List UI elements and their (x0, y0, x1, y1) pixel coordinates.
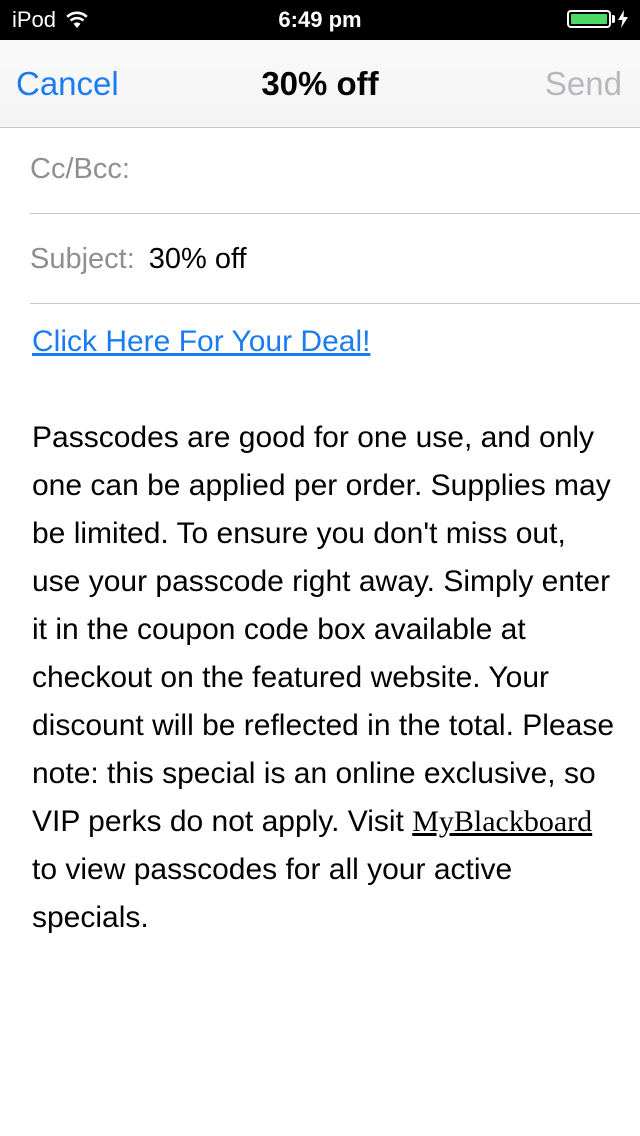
cc-bcc-input[interactable] (143, 138, 640, 201)
send-button[interactable]: Send (545, 64, 622, 104)
message-text-part2: to view passcodes for all your active sp… (32, 853, 513, 934)
myblackboard-link[interactable]: MyBlackboard (412, 805, 592, 838)
subject-value[interactable]: 30% off (149, 243, 247, 276)
nav-bar: Cancel 30% off Send (0, 40, 640, 128)
battery-icon (567, 10, 611, 28)
cancel-button[interactable]: Cancel (16, 64, 119, 104)
status-time: 6:49 pm (278, 7, 362, 32)
battery-cap (612, 15, 615, 23)
battery-indicator (567, 10, 628, 28)
battery-fill (571, 14, 607, 24)
cc-bcc-label: Cc/Bcc: (30, 153, 130, 185)
cc-bcc-field[interactable]: Cc/Bcc: (30, 126, 640, 214)
message-body[interactable]: Click Here For Your Deal! Passcodes are … (32, 318, 622, 942)
deal-link[interactable]: Click Here For Your Deal! (32, 318, 370, 366)
status-bar: iPod 6:49 pm (0, 0, 640, 40)
charging-bolt-icon (618, 10, 628, 28)
message-text: Passcodes are good for one use, and only… (32, 414, 622, 942)
subject-label: Subject: (30, 243, 135, 275)
subject-field[interactable]: Subject: 30% off (30, 216, 640, 304)
message-text-part1: Passcodes are good for one use, and only… (32, 421, 614, 838)
